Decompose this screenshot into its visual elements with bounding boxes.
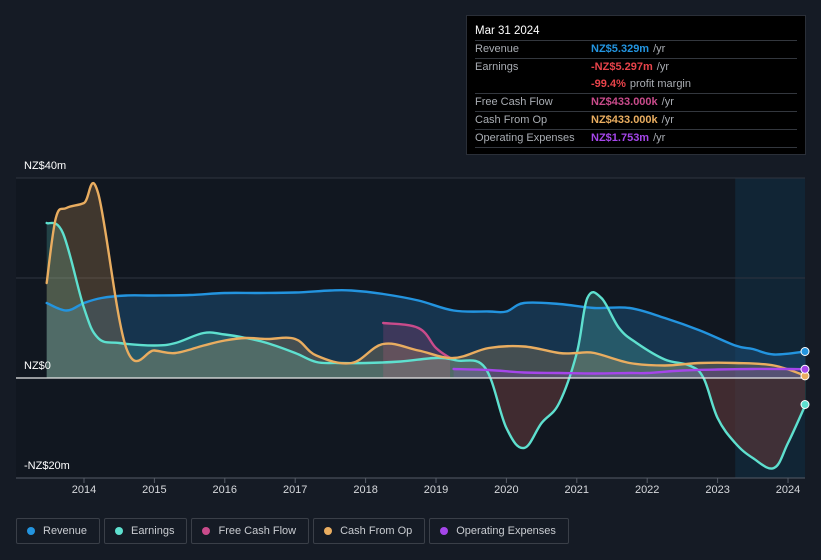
- x-tick-label: 2017: [282, 484, 308, 496]
- x-tick-label: 2018: [353, 484, 378, 496]
- tooltip-divider: [475, 147, 797, 149]
- legend-label: Free Cash Flow: [218, 525, 297, 537]
- chart-legend: Revenue Earnings Free Cash Flow Cash Fro…: [16, 518, 569, 544]
- tooltip-value: -99.4%: [591, 78, 626, 90]
- tooltip-date: Mar 31 2024: [475, 25, 540, 37]
- tooltip-label: Revenue: [475, 43, 520, 55]
- tooltip-value: -NZ$5.297m: [591, 61, 653, 73]
- tooltip-value: NZ$1.753m: [591, 132, 650, 144]
- legend-label: Operating Expenses: [456, 525, 556, 537]
- tooltip-label: Cash From Op: [475, 114, 548, 126]
- x-tick-label: 2015: [142, 484, 167, 496]
- tooltip-row-profit-margin: -99.4% profit margin: [475, 76, 797, 93]
- x-tick-label: 2024: [775, 484, 801, 496]
- y-tick-label-40m: NZ$40m: [24, 160, 67, 172]
- earnings-dot-icon: [115, 527, 124, 535]
- legend-item-free-cash-flow[interactable]: Free Cash Flow: [191, 518, 310, 544]
- x-tick-label: 2019: [423, 484, 449, 496]
- tooltip-row-earnings: Earnings -NZ$5.297m /yr: [475, 58, 797, 76]
- revenue-endpoint[interactable]: [800, 347, 810, 356]
- legend-item-operating-expenses[interactable]: Operating Expenses: [429, 518, 569, 544]
- legend-item-cash-from-op[interactable]: Cash From Op: [313, 518, 426, 544]
- x-tick-label: 2014: [71, 484, 97, 496]
- free-cash-flow-dot-icon: [202, 527, 211, 535]
- legend-item-revenue[interactable]: Revenue: [16, 518, 101, 544]
- operating-expenses-endpoint[interactable]: [800, 364, 810, 374]
- tooltip-label: Earnings: [475, 61, 519, 73]
- tooltip-label: Free Cash Flow: [475, 96, 553, 108]
- legend-item-earnings[interactable]: Earnings: [104, 518, 188, 544]
- tooltip-row-operating-expenses: Operating Expenses NZ$1.753m /yr: [475, 129, 797, 147]
- legend-label: Cash From Op: [340, 525, 413, 537]
- y-tick-label-minus-20m: -NZ$20m: [24, 460, 70, 472]
- tooltip-unit: /yr: [653, 132, 666, 144]
- legend-label: Revenue: [43, 525, 88, 537]
- operating-expenses-dot-icon: [440, 527, 449, 535]
- tooltip-label: [475, 76, 591, 93]
- tooltip-row-cash-from-op: Cash From Op NZ$433.000k /yr: [475, 111, 797, 129]
- tooltip-unit: /yr: [656, 61, 669, 73]
- tooltip-unit: /yr: [661, 96, 674, 108]
- x-tick-label: 2021: [564, 484, 590, 496]
- tooltip-unit: /yr: [661, 114, 674, 126]
- tooltip-label: Operating Expenses: [475, 132, 575, 144]
- data-tooltip: Mar 31 2024 Revenue NZ$5.329m /yr Earnin…: [466, 15, 806, 155]
- tooltip-unit: /yr: [653, 43, 666, 55]
- tooltip-value: NZ$433.000k: [591, 114, 658, 126]
- tooltip-unit: profit margin: [629, 78, 691, 90]
- revenue-dot-icon: [27, 527, 35, 535]
- x-tick-label: 2022: [634, 484, 660, 496]
- x-tick-label: 2016: [212, 484, 238, 496]
- tooltip-value: NZ$5.329m: [591, 43, 650, 55]
- tooltip-row-free-cash-flow: Free Cash Flow NZ$433.000k /yr: [475, 93, 797, 111]
- tooltip-row-revenue: Revenue NZ$5.329m /yr: [475, 40, 797, 58]
- earnings-endpoint[interactable]: [800, 400, 810, 409]
- tooltip-value: NZ$433.000k: [591, 96, 658, 108]
- legend-label: Earnings: [131, 525, 175, 537]
- x-tick-label: 2020: [494, 484, 519, 496]
- cash-from-op-dot-icon: [324, 527, 333, 535]
- x-tick-label: 2023: [705, 484, 730, 496]
- y-tick-label-0: NZ$0: [24, 360, 51, 372]
